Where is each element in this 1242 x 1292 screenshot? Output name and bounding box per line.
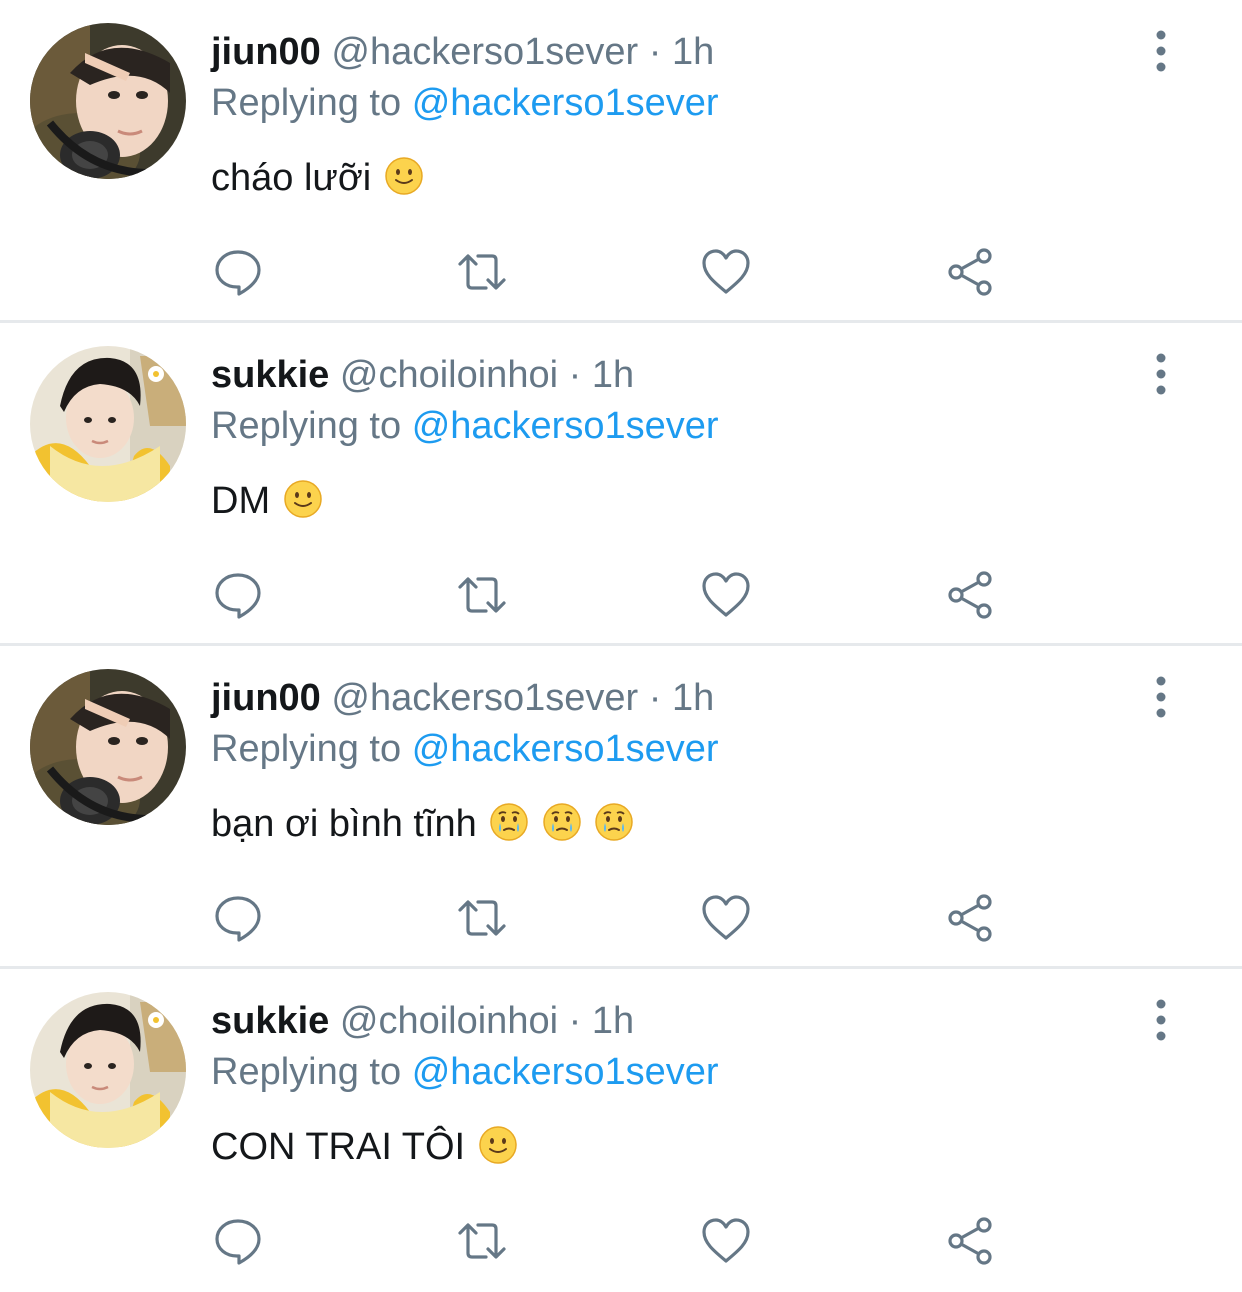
reply-bubble-icon: [215, 573, 261, 619]
face-holding-back-tears-icon: [542, 802, 582, 842]
tweet-actions: [0, 246, 1242, 298]
user-handle[interactable]: @choiloinhoi: [340, 354, 558, 396]
user-handle[interactable]: @hackerso1sever: [331, 31, 638, 73]
replying-to-label: Replying to: [211, 728, 402, 770]
tweet-actions: [0, 1215, 1242, 1267]
display-name[interactable]: jiun00: [211, 677, 321, 719]
avatar[interactable]: [30, 346, 186, 502]
heart-icon: [702, 249, 750, 294]
separator-dot: ·: [648, 677, 662, 719]
like-button[interactable]: [700, 569, 752, 621]
share-button[interactable]: [944, 1215, 996, 1267]
replying-to-handle[interactable]: @hackerso1sever: [412, 728, 719, 770]
tweet-actions: [0, 892, 1242, 944]
reply-button[interactable]: [212, 1215, 264, 1267]
replying-to: Replying to @hackerso1sever: [211, 81, 719, 125]
share-icon: [948, 571, 992, 619]
tweet-header: sukkie @choiloinhoi · 1h: [211, 353, 634, 397]
timestamp[interactable]: 1h: [672, 677, 714, 719]
more-vertical-icon: [1156, 30, 1166, 72]
more-vertical-icon: [1156, 999, 1166, 1041]
display-name[interactable]: jiun00: [211, 31, 321, 73]
slightly-smiling-face-icon: [283, 479, 323, 519]
tweet[interactable]: jiun00 @hackerso1sever · 1h Replying to …: [0, 0, 1242, 323]
reply-bubble-icon: [215, 1219, 261, 1265]
tweet-actions: [0, 569, 1242, 621]
replying-to-handle[interactable]: @hackerso1sever: [412, 82, 719, 124]
like-button[interactable]: [700, 246, 752, 298]
display-name[interactable]: sukkie: [211, 1000, 329, 1042]
display-name[interactable]: sukkie: [211, 354, 329, 396]
more-options-button[interactable]: [1140, 997, 1182, 1043]
reply-feed: jiun00 @hackerso1sever · 1h Replying to …: [0, 0, 1242, 1292]
reply-button[interactable]: [212, 246, 264, 298]
avatar[interactable]: [30, 23, 186, 179]
more-options-button[interactable]: [1140, 28, 1182, 74]
tweet-text: cháo lưỡi: [211, 156, 424, 200]
share-button[interactable]: [944, 892, 996, 944]
separator-dot: ·: [568, 354, 582, 396]
more-vertical-icon: [1156, 353, 1166, 395]
share-icon: [948, 1217, 992, 1265]
face-holding-back-tears-icon: [489, 802, 529, 842]
tweet-text-content: cháo lưỡi: [211, 157, 372, 199]
retweet-icon: [458, 900, 506, 936]
retweet-button[interactable]: [456, 1215, 508, 1267]
replying-to-label: Replying to: [211, 82, 402, 124]
tweet-header: jiun00 @hackerso1sever · 1h: [211, 676, 714, 720]
slightly-smiling-face-icon: [478, 1125, 518, 1165]
retweet-button[interactable]: [456, 892, 508, 944]
more-options-button[interactable]: [1140, 351, 1182, 397]
reply-button[interactable]: [212, 569, 264, 621]
reply-button[interactable]: [212, 892, 264, 944]
retweet-button[interactable]: [456, 569, 508, 621]
share-button[interactable]: [944, 569, 996, 621]
avatar[interactable]: [30, 992, 186, 1148]
tweet-text-content: DM: [211, 480, 271, 522]
heart-icon: [702, 572, 750, 617]
separator-dot: ·: [568, 1000, 582, 1042]
tweet-header: jiun00 @hackerso1sever · 1h: [211, 30, 714, 74]
user-handle[interactable]: @choiloinhoi: [340, 1000, 558, 1042]
reply-bubble-icon: [215, 896, 261, 942]
timestamp[interactable]: 1h: [592, 354, 634, 396]
replying-to: Replying to @hackerso1sever: [211, 727, 719, 771]
share-button[interactable]: [944, 246, 996, 298]
more-options-button[interactable]: [1140, 674, 1182, 720]
user-handle[interactable]: @hackerso1sever: [331, 677, 638, 719]
timestamp[interactable]: 1h: [592, 1000, 634, 1042]
tweet[interactable]: sukkie @choiloinhoi · 1h Replying to @ha…: [0, 323, 1242, 646]
tweet-text: DM: [211, 479, 323, 523]
replying-to-label: Replying to: [211, 1051, 402, 1093]
slightly-smiling-face-icon: [384, 156, 424, 196]
face-holding-back-tears-icon: [594, 802, 634, 842]
replying-to-handle[interactable]: @hackerso1sever: [412, 1051, 719, 1093]
like-button[interactable]: [700, 1215, 752, 1267]
heart-icon: [702, 1218, 750, 1263]
retweet-icon: [458, 254, 506, 290]
tweet-text: CON TRAI TÔI: [211, 1125, 518, 1169]
reply-bubble-icon: [215, 250, 261, 296]
replying-to-label: Replying to: [211, 405, 402, 447]
replying-to-handle[interactable]: @hackerso1sever: [412, 405, 719, 447]
retweet-icon: [458, 1223, 506, 1259]
timestamp[interactable]: 1h: [672, 31, 714, 73]
tweet-header: sukkie @choiloinhoi · 1h: [211, 999, 634, 1043]
retweet-button[interactable]: [456, 246, 508, 298]
tweet[interactable]: jiun00 @hackerso1sever · 1h Replying to …: [0, 646, 1242, 969]
share-icon: [948, 248, 992, 296]
separator-dot: ·: [648, 31, 662, 73]
tweet-text-content: CON TRAI TÔI: [211, 1126, 466, 1168]
retweet-icon: [458, 577, 506, 613]
share-icon: [948, 894, 992, 942]
replying-to: Replying to @hackerso1sever: [211, 404, 719, 448]
heart-icon: [702, 895, 750, 940]
tweet-text: bạn ơi bình tĩnh: [211, 802, 634, 846]
like-button[interactable]: [700, 892, 752, 944]
replying-to: Replying to @hackerso1sever: [211, 1050, 719, 1094]
avatar[interactable]: [30, 669, 186, 825]
more-vertical-icon: [1156, 676, 1166, 718]
tweet[interactable]: sukkie @choiloinhoi · 1h Replying to @ha…: [0, 969, 1242, 1292]
tweet-text-content: bạn ơi bình tĩnh: [211, 803, 477, 845]
